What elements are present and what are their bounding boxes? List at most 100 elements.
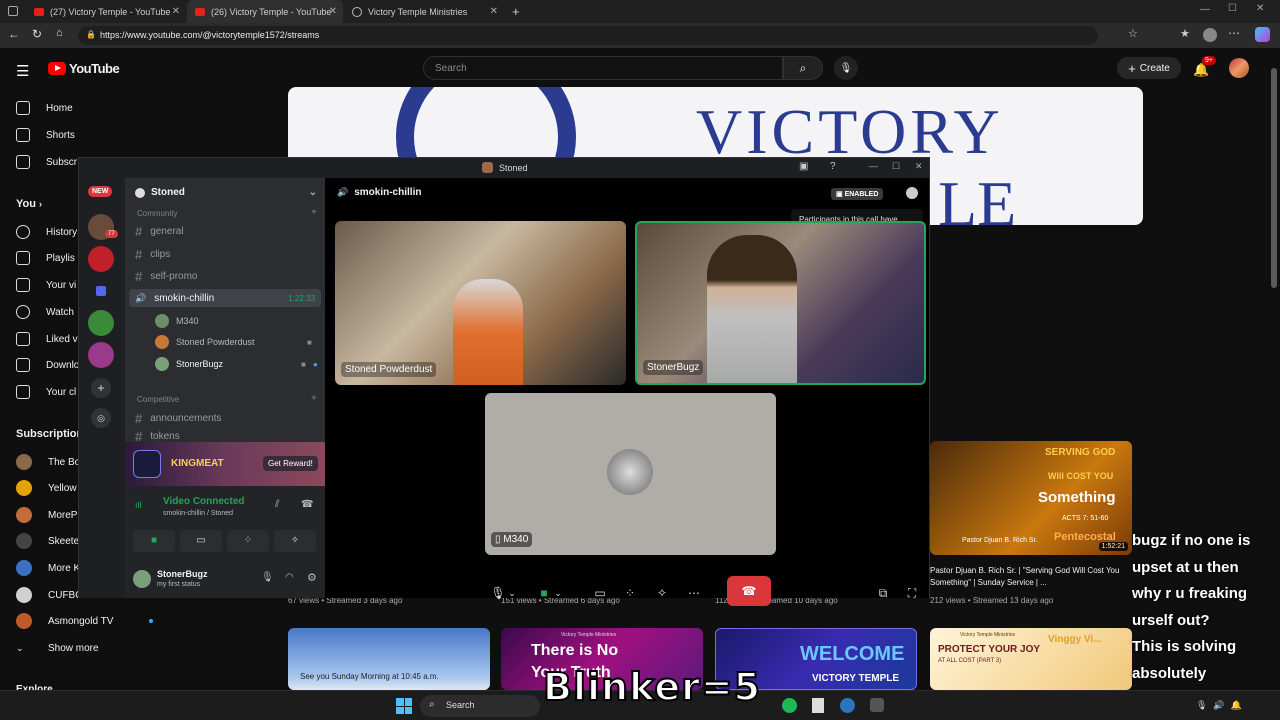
search-button[interactable]: ⌕ (783, 56, 823, 80)
maximize-icon[interactable]: ☐ (1228, 3, 1237, 14)
subscription-item[interactable]: Yellow (16, 478, 77, 498)
channel-general[interactable]: # general (135, 222, 184, 240)
server-icon[interactable] (88, 342, 114, 368)
subscription-item[interactable]: More K (16, 558, 80, 578)
category-label[interactable]: Competitive (137, 395, 179, 404)
disconnect-button[interactable]: ☎ (727, 576, 771, 606)
noise-suppression-icon[interactable]: ⫽ (275, 499, 279, 510)
subscription-item[interactable]: MorePe (16, 505, 83, 525)
nav-your-clips[interactable]: Your cl (16, 382, 76, 402)
video-tile[interactable]: Stoned Powderdust (335, 221, 626, 385)
close-icon[interactable]: ✕ (915, 161, 923, 172)
microphone-icon[interactable]: 🎙 (261, 572, 274, 583)
site-info-icon[interactable]: 🔒 (86, 30, 96, 39)
camera-button[interactable]: ■ (133, 530, 175, 552)
search-box[interactable]: Search (423, 56, 783, 80)
close-tab-icon[interactable]: ✕ (490, 6, 498, 17)
soundboard-button[interactable]: ✧ (649, 580, 675, 606)
pop-out-icon[interactable]: ⧉ (870, 580, 896, 606)
home-icon[interactable]: ⌂ (56, 27, 63, 39)
add-server-icon[interactable]: + (91, 378, 111, 398)
nav-history[interactable]: History (16, 222, 77, 242)
subscription-item[interactable]: Skeeter (16, 531, 82, 551)
collections-icon[interactable]: ★ (1180, 27, 1190, 40)
browser-tab-1[interactable]: (27) Victory Temple - YouTube ✕ (26, 0, 186, 23)
category-label[interactable]: Community (137, 209, 177, 218)
subscription-item[interactable]: The Bo (16, 452, 80, 472)
app-icon[interactable] (870, 698, 884, 712)
url-input[interactable]: 🔒 https://www.youtube.com/@victorytemple… (78, 26, 1098, 45)
promo-banner[interactable]: KINGMEAT Get Reward! (125, 442, 325, 486)
video-title[interactable]: Pastor Djuan B. Rich Sr. | "Serving God … (930, 565, 1126, 589)
video-thumbnail[interactable]: SERVING GOD Will COST YOU Something ACTS… (930, 441, 1132, 555)
headphones-icon[interactable]: ◠ (285, 572, 294, 583)
clips-enabled-badge[interactable]: ▣ ENABLED (831, 188, 884, 200)
chat-icon[interactable] (906, 187, 918, 199)
help-icon[interactable]: ? (830, 161, 836, 172)
youtube-logo[interactable]: YouTube (48, 61, 120, 76)
create-button[interactable]: + Create (1117, 57, 1181, 79)
screen-share-button[interactable]: ▭ (180, 530, 222, 552)
folder-icon[interactable] (96, 286, 106, 296)
screen-share-button[interactable]: ▭ (587, 580, 613, 606)
menu-icon[interactable]: ☰ (16, 62, 29, 80)
new-tab-icon[interactable]: + (512, 4, 520, 19)
notifications-button[interactable]: 🔔 9+ (1193, 56, 1216, 79)
taskbar-search[interactable]: ⌕ Search (420, 695, 540, 717)
close-tab-icon[interactable]: ✕ (329, 6, 337, 17)
disconnect-icon[interactable]: ☎ (301, 499, 313, 510)
server-icon[interactable] (88, 246, 114, 272)
reload-icon[interactable]: ↻ (32, 27, 42, 41)
minimize-icon[interactable]: — (1200, 4, 1210, 15)
minimize-icon[interactable]: — (869, 161, 878, 171)
user-avatar[interactable] (133, 570, 151, 588)
back-icon[interactable]: ← (8, 27, 20, 41)
favorites-icon[interactable]: ☆ (1128, 27, 1138, 40)
video-tile[interactable]: ▯ M340 (485, 393, 776, 555)
browser-tab-3[interactable]: Victory Temple Ministries ✕ (344, 0, 504, 23)
activities-button[interactable]: ⁘ (617, 580, 643, 606)
mic-options-icon[interactable]: ⌄ (505, 580, 519, 606)
steam-icon[interactable] (840, 698, 855, 713)
you-section-header[interactable]: You › (16, 198, 42, 210)
video-tile[interactable]: StonerBugz (635, 221, 926, 385)
settings-icon[interactable]: ⚙ (307, 571, 317, 584)
channel-clips[interactable]: # clips (135, 245, 170, 263)
fullscreen-icon[interactable]: ⛶ (899, 580, 925, 606)
maximize-icon[interactable]: ☐ (892, 161, 900, 172)
epic-games-icon[interactable] (812, 698, 824, 713)
channel-announcements[interactable]: # announcements (135, 409, 221, 427)
subscription-item[interactable]: Asmongold TV (16, 611, 154, 631)
camera-options-icon[interactable]: ⌄ (551, 580, 565, 606)
close-window-icon[interactable]: ✕ (1256, 3, 1264, 14)
explore-icon[interactable]: ◎ (91, 408, 111, 428)
video-thumbnail[interactable]: See you Sunday Morning at 10:45 a.m. (288, 628, 490, 690)
voice-search-button[interactable]: 🎙 (834, 56, 858, 80)
spotify-icon[interactable] (782, 698, 797, 713)
start-button[interactable] (396, 698, 412, 714)
nav-shorts[interactable]: Shorts (16, 125, 75, 145)
nav-home[interactable]: Home (16, 98, 73, 118)
nav-subscriptions[interactable]: Subscr (16, 152, 77, 172)
channel-tokens[interactable]: # tokens (135, 431, 180, 441)
add-channel-icon[interactable]: + (311, 207, 317, 218)
nav-playlists[interactable]: Playlis (16, 248, 75, 268)
server-icon[interactable] (88, 310, 114, 336)
tray-icons[interactable]: 🎙🔊🔔 (1196, 700, 1248, 711)
inbox-icon[interactable]: ▣ (799, 161, 808, 172)
voice-user[interactable]: StonerBugz ■ ● (155, 357, 318, 371)
activities-button[interactable]: ⁘ (227, 530, 269, 552)
get-reward-button[interactable]: Get Reward! (263, 456, 318, 471)
nav-your-videos[interactable]: Your vi (16, 275, 76, 295)
voice-channel-smokin-chillin[interactable]: 🔊 smokin-chillin 1:22:33 (129, 289, 321, 307)
soundboard-button[interactable]: ✧ (274, 530, 316, 552)
profile-avatar[interactable] (1203, 28, 1217, 42)
browser-tab-2[interactable]: (26) Victory Temple - YouTube ✕ (187, 0, 343, 23)
copilot-icon[interactable] (1255, 27, 1270, 42)
channel-self-promo[interactable]: # self-promo (135, 267, 197, 285)
subscription-item[interactable]: CUFBO (16, 585, 83, 605)
show-more-button[interactable]: ⌄ Show more (16, 638, 99, 658)
video-thumbnail[interactable]: Victory Temple Ministries PROTECT YOUR J… (930, 628, 1132, 690)
page-scrollbar[interactable] (1271, 68, 1277, 288)
voice-user[interactable]: Stoned Powderdust ■ (155, 335, 312, 349)
